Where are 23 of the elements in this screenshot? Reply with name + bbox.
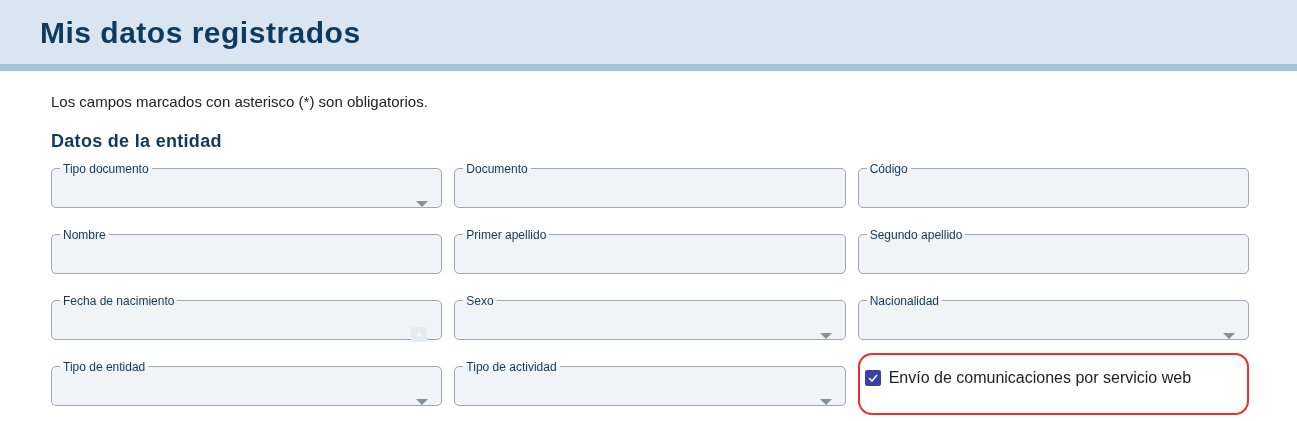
dropdown-caret-icon [819,398,832,405]
select-field[interactable]: Sexo [454,293,846,340]
input-field[interactable]: Nombre [51,227,443,274]
date-field[interactable]: Fecha de nacimiento [51,293,443,340]
select-field[interactable]: Tipo documento [51,161,443,208]
dropdown-caret-icon [416,200,429,207]
select-field[interactable]: Tipo de actividad [454,359,846,406]
check-icon [867,373,878,382]
calendar-icon [410,324,429,343]
select-field[interactable]: Tipo de entidad [51,359,443,406]
dropdown-caret-icon [416,398,429,405]
web-service-checkbox[interactable]: Envío de comunicaciones por servicio web [864,365,1247,390]
input-field[interactable]: Código [857,161,1249,208]
section-title: Datos de la entidad [51,129,223,153]
dropdown-caret-icon [1223,332,1235,339]
checkbox[interactable] [864,369,881,386]
input-field[interactable]: Documento [454,161,846,208]
page-title: Mis datos registrados [40,14,361,51]
dropdown-caret-icon [819,332,832,339]
input-field[interactable]: Primer apellido [454,227,846,274]
input-field[interactable]: Segundo apellido [857,227,1249,274]
select-field[interactable]: Nacionalidad [857,293,1249,340]
required-fields-note: Los campos marcados con asterisco (*) son obligatorios. [51,92,429,112]
